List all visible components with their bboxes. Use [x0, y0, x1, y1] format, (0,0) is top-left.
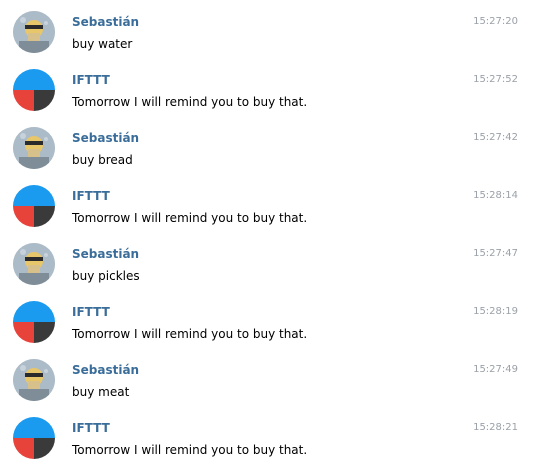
message-text: Tomorrow I will remind you to buy that.	[72, 327, 308, 341]
message-text: buy water	[72, 37, 133, 51]
sender-name[interactable]: IFTTT	[72, 72, 110, 88]
message-text: Tomorrow I will remind you to buy that.	[72, 443, 308, 457]
message-text: Tomorrow I will remind you to buy that.	[72, 211, 308, 225]
sender-name[interactable]: Sebastián	[72, 362, 139, 378]
user-avatar[interactable]	[13, 359, 55, 401]
bot-avatar[interactable]	[13, 301, 55, 343]
message-text: buy meat	[72, 385, 130, 399]
message-timestamp: 15:28:21	[473, 422, 518, 433]
message-row[interactable]: IFTTT 15:28:19 Tomorrow I will remind yo…	[0, 290, 538, 348]
message-row[interactable]: IFTTT 15:27:52 Tomorrow I will remind yo…	[0, 58, 538, 116]
ifttt-logo-icon	[13, 69, 55, 111]
user-avatar[interactable]	[13, 127, 55, 169]
sender-name[interactable]: IFTTT	[72, 188, 110, 204]
user-photo-icon	[13, 127, 55, 169]
message-timestamp: 15:27:42	[473, 132, 518, 143]
sender-name[interactable]: Sebastián	[72, 14, 139, 30]
user-photo-icon	[13, 359, 55, 401]
sender-name[interactable]: Sebastián	[72, 130, 139, 146]
ifttt-logo-icon	[13, 185, 55, 227]
user-photo-icon	[13, 243, 55, 285]
user-photo-icon	[13, 11, 55, 53]
message-timestamp: 15:28:19	[473, 306, 518, 317]
message-row[interactable]: IFTTT 15:28:21 Tomorrow I will remind yo…	[0, 406, 538, 464]
message-timestamp: 15:27:20	[473, 16, 518, 27]
message-timestamp: 15:27:47	[473, 248, 518, 259]
message-timestamp: 15:27:49	[473, 364, 518, 375]
message-row[interactable]: Sebastián 15:27:49 buy meat	[0, 348, 538, 406]
sender-name[interactable]: IFTTT	[72, 304, 110, 320]
sender-name[interactable]: Sebastián	[72, 246, 139, 262]
message-row[interactable]: Sebastián 15:27:42 buy bread	[0, 116, 538, 174]
bot-avatar[interactable]	[13, 417, 55, 459]
message-text: Tomorrow I will remind you to buy that.	[72, 95, 308, 109]
bot-avatar[interactable]	[13, 185, 55, 227]
chat-history: Sebastián 15:27:20 buy water IFTTT 15:27…	[0, 0, 538, 470]
user-avatar[interactable]	[13, 11, 55, 53]
message-text: buy pickles	[72, 269, 140, 283]
ifttt-logo-icon	[13, 301, 55, 343]
message-row[interactable]: Sebastián 15:27:47 buy pickles	[0, 232, 538, 290]
bot-avatar[interactable]	[13, 69, 55, 111]
message-row[interactable]: Sebastián 15:27:20 buy water	[0, 0, 538, 58]
message-text: buy bread	[72, 153, 133, 167]
message-row[interactable]: IFTTT 15:28:14 Tomorrow I will remind yo…	[0, 174, 538, 232]
ifttt-logo-icon	[13, 417, 55, 459]
message-timestamp: 15:28:14	[473, 190, 518, 201]
sender-name[interactable]: IFTTT	[72, 420, 110, 436]
user-avatar[interactable]	[13, 243, 55, 285]
message-timestamp: 15:27:52	[473, 74, 518, 85]
